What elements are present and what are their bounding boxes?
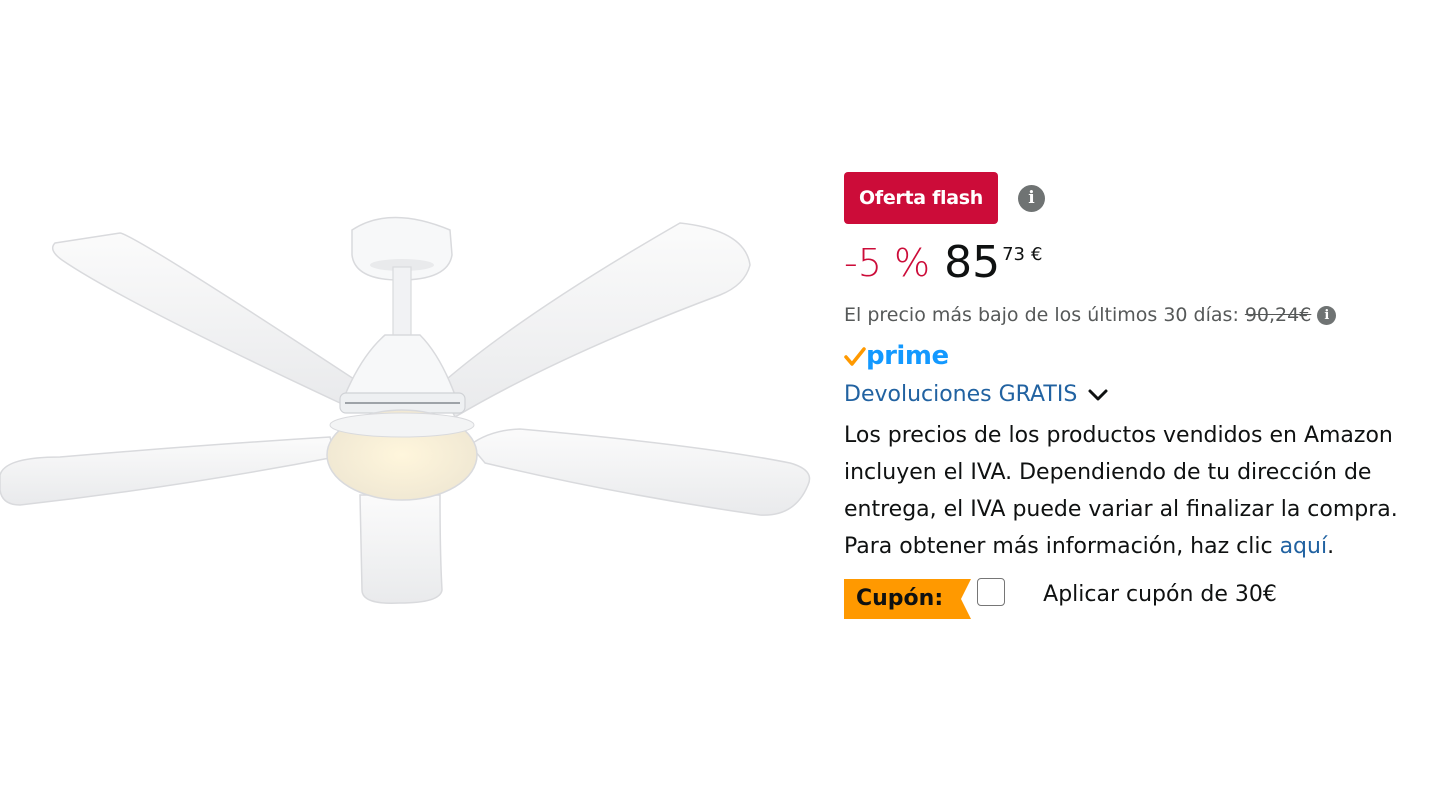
price-currency: € [1030, 244, 1043, 265]
lowest-price-label: El precio más bajo de los últimos 30 día… [844, 304, 1239, 326]
fan-blade [468, 428, 811, 516]
vat-notice: Los precios de los productos vendidos en… [844, 417, 1434, 565]
prime-logo[interactable]: prime [844, 338, 1434, 374]
prime-check-icon [844, 347, 866, 366]
prime-label: prime [866, 341, 949, 371]
fan-light [326, 409, 478, 501]
coupon-checkbox[interactable] [977, 578, 1006, 606]
fan-downrod [392, 266, 412, 343]
coupon-label: Cupón: [844, 579, 956, 619]
price-whole: 85 [944, 237, 1001, 288]
fan-blade [51, 232, 362, 404]
fan-blade [359, 494, 443, 604]
flash-deal-badge[interactable]: Oferta flash [844, 172, 999, 224]
vat-info-link[interactable]: aquí [1280, 534, 1328, 559]
discount-percent: -5 % [844, 241, 931, 285]
product-image[interactable] [0, 205, 815, 615]
price-row: -5 % 85 73 € [844, 238, 1434, 288]
info-icon[interactable]: i [1018, 184, 1046, 212]
fan-blade [439, 222, 751, 419]
vat-text-end: . [1327, 534, 1335, 559]
coupon-row: Cupón: Aplicar cupón de 30€ [844, 577, 1434, 621]
fan-motor [339, 334, 466, 414]
chevron-down-icon [1088, 389, 1108, 400]
coupon-apply-text: Aplicar cupón de 30€ [1043, 581, 1277, 607]
free-returns-label: Devoluciones GRATIS [844, 382, 1078, 407]
lowest-price-value: 90,24€ [1244, 304, 1312, 326]
coupon-notch-shape [955, 579, 972, 619]
info-icon[interactable]: i [1317, 305, 1337, 325]
product-info-panel: Oferta flash i -5 % 85 73 € El precio má… [844, 172, 1434, 621]
lowest-price-row: El precio más bajo de los últimos 30 día… [844, 304, 1434, 326]
deal-badge-row: Oferta flash i [844, 172, 1434, 224]
price-fraction: 73 [1002, 244, 1025, 265]
fan-blade [0, 436, 336, 506]
coupon-tag: Cupón: [844, 579, 972, 619]
free-returns-toggle[interactable]: Devoluciones GRATIS [844, 382, 1434, 407]
